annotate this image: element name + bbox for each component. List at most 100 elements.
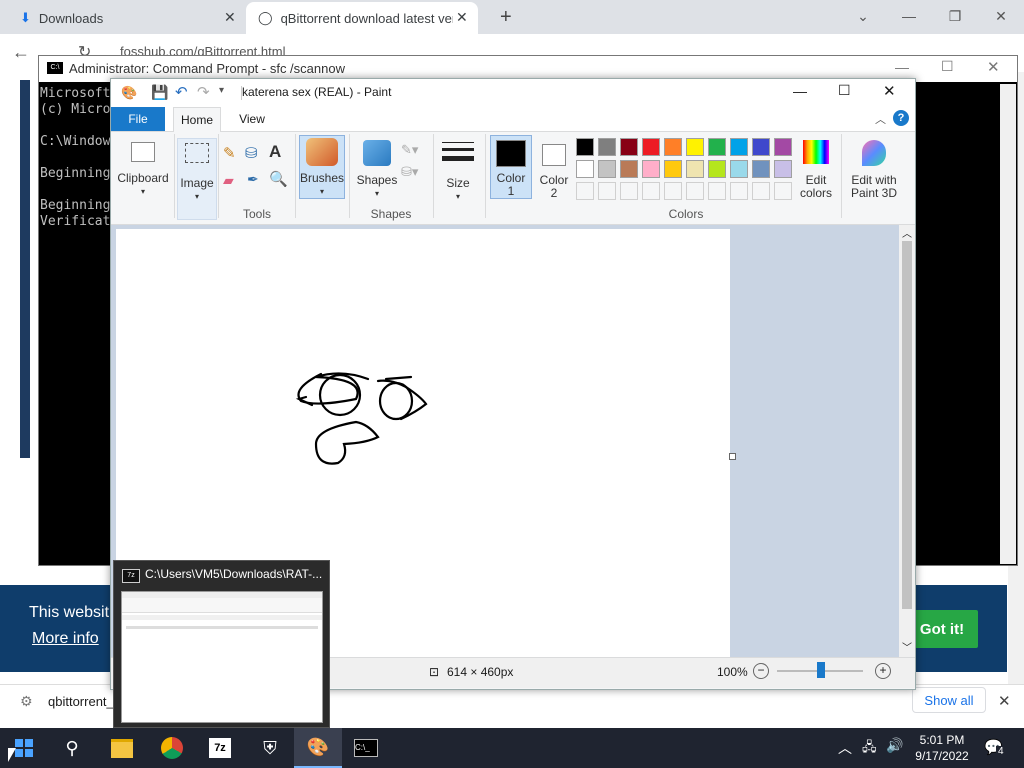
color-swatch[interactable]: [752, 138, 770, 156]
fosshub-icon: ◯: [258, 10, 273, 25]
paint-taskbar-icon[interactable]: 🎨: [294, 728, 342, 768]
color-swatch[interactable]: [642, 138, 660, 156]
chevron-up-icon[interactable]: ︿: [902, 225, 912, 240]
color-swatch[interactable]: [730, 138, 748, 156]
redo-icon[interactable]: ↷: [197, 83, 210, 101]
zoom-out-icon[interactable]: −: [753, 663, 769, 679]
taskbar-thumbnail-preview[interactable]: 7z C:\Users\VM5\Downloads\RAT-...: [113, 560, 330, 728]
tab-qbittorrent[interactable]: ◯ qBittorrent download latest versi ✕: [246, 2, 478, 34]
close-icon[interactable]: ✕: [456, 9, 468, 26]
got-it-button[interactable]: Got it!: [906, 610, 978, 648]
clock-date[interactable]: 9/17/2022: [910, 749, 974, 763]
shield-icon[interactable]: ⛨: [246, 728, 294, 768]
show-all-button[interactable]: Show all: [912, 687, 986, 713]
fill-shape-icon[interactable]: ⛁▾: [401, 164, 418, 180]
minimize-icon[interactable]: —: [793, 83, 807, 99]
cmd-taskbar-icon[interactable]: C:\_: [342, 728, 390, 768]
edit-paint3d-button[interactable]: Edit with Paint 3D: [845, 138, 903, 200]
save-icon[interactable]: 💾: [151, 84, 168, 101]
maximize-icon[interactable]: ☐: [838, 82, 851, 99]
help-icon[interactable]: ?: [893, 110, 909, 126]
edit-colors-button[interactable]: Edit colors: [795, 138, 837, 200]
magnifier-icon[interactable]: 🔍: [269, 170, 288, 188]
color-swatch[interactable]: [576, 160, 594, 178]
color-swatch[interactable]: [774, 182, 792, 200]
color-swatch[interactable]: [642, 160, 660, 178]
color-swatch[interactable]: [620, 182, 638, 200]
color-swatch[interactable]: [708, 182, 726, 200]
network-icon[interactable]: 🖧: [862, 738, 877, 760]
color-swatch[interactable]: [576, 182, 594, 200]
color-swatch[interactable]: [730, 182, 748, 200]
fill-icon[interactable]: ⛁: [245, 144, 258, 162]
maximize-icon[interactable]: ☐: [941, 58, 954, 75]
chevron-down-icon[interactable]: ﹀: [902, 639, 912, 654]
color-swatch[interactable]: [576, 138, 594, 156]
color-swatch[interactable]: [752, 182, 770, 200]
color-swatch[interactable]: [620, 160, 638, 178]
color2-button[interactable]: Color 2: [534, 138, 574, 200]
color1-button[interactable]: Color 1: [490, 135, 532, 199]
color-swatch[interactable]: [598, 138, 616, 156]
chevron-down-icon[interactable]: ▾: [219, 85, 224, 96]
color-swatch[interactable]: [598, 182, 616, 200]
zoom-in-icon[interactable]: +: [875, 663, 891, 679]
minimize-icon[interactable]: —: [886, 0, 932, 32]
canvas-scrollbar[interactable]: ︿ ﹀: [899, 225, 915, 657]
color-swatch[interactable]: [752, 160, 770, 178]
color-swatch[interactable]: [708, 160, 726, 178]
clipboard-button[interactable]: Clipboard ▾: [115, 138, 171, 198]
tab-downloads[interactable]: ⬇ Downloads ✕: [14, 2, 244, 34]
tab-file[interactable]: File: [111, 107, 165, 131]
more-info-link[interactable]: More info: [32, 630, 99, 648]
eraser-icon[interactable]: ▰: [223, 172, 234, 189]
cmd-scrollbar[interactable]: [1000, 84, 1016, 564]
tab-view[interactable]: View: [229, 107, 275, 131]
undo-icon[interactable]: ↶: [175, 83, 188, 101]
close-icon[interactable]: ✕: [978, 0, 1024, 32]
close-icon[interactable]: ✕: [224, 9, 236, 26]
chevron-up-icon[interactable]: ︿: [875, 111, 886, 127]
color-swatch[interactable]: [730, 160, 748, 178]
color-swatch[interactable]: [664, 160, 682, 178]
search-icon[interactable]: ⚲: [48, 728, 96, 768]
image-button[interactable]: Image ▾: [177, 138, 217, 220]
zoom-slider-thumb[interactable]: [817, 662, 825, 678]
tab-home[interactable]: Home: [173, 107, 221, 132]
color-swatch[interactable]: [774, 138, 792, 156]
file-explorer-icon[interactable]: [98, 728, 146, 768]
color-swatch[interactable]: [620, 138, 638, 156]
color-swatch[interactable]: [686, 160, 704, 178]
download-item[interactable]: qbittorrent_: [48, 694, 114, 709]
outline-icon[interactable]: ✎▾: [401, 142, 418, 158]
new-tab-icon[interactable]: +: [500, 6, 512, 29]
text-icon[interactable]: A: [269, 142, 281, 162]
7zip-taskbar-icon[interactable]: 7z: [196, 728, 244, 768]
color-swatch[interactable]: [708, 138, 726, 156]
back-icon[interactable]: ←: [12, 42, 30, 63]
color-swatch[interactable]: [598, 160, 616, 178]
restore-icon[interactable]: ❐: [932, 0, 978, 32]
clock-time[interactable]: 5:01 PM: [914, 733, 970, 747]
color-swatch[interactable]: [686, 182, 704, 200]
minimize-icon[interactable]: —: [895, 59, 909, 75]
chevron-up-icon[interactable]: ︿: [838, 738, 852, 758]
resize-handle[interactable]: [729, 453, 736, 460]
chrome-icon[interactable]: [148, 728, 196, 768]
chevron-down-icon[interactable]: ⌄: [840, 0, 886, 32]
color-swatch[interactable]: [642, 182, 660, 200]
shapes-button[interactable]: Shapes ▾: [355, 138, 399, 200]
color-swatch[interactable]: [664, 138, 682, 156]
close-icon[interactable]: ✕: [998, 692, 1011, 710]
size-button[interactable]: Size ▾: [437, 138, 479, 201]
color-swatch[interactable]: [686, 138, 704, 156]
color-swatch[interactable]: [664, 182, 682, 200]
brushes-button[interactable]: Brushes ▾: [299, 135, 345, 199]
color-swatch[interactable]: [774, 160, 792, 178]
color-picker-icon[interactable]: ✒: [247, 171, 259, 188]
paint-title-bar[interactable]: 🎨 💾 ↶ ↷ ▾ katerena sex (REAL) - Paint — …: [111, 79, 915, 107]
volume-icon[interactable]: 🔊: [886, 737, 903, 754]
close-icon[interactable]: ✕: [883, 82, 896, 100]
pencil-icon[interactable]: ✎: [223, 144, 236, 162]
close-icon[interactable]: ✕: [987, 58, 1000, 76]
